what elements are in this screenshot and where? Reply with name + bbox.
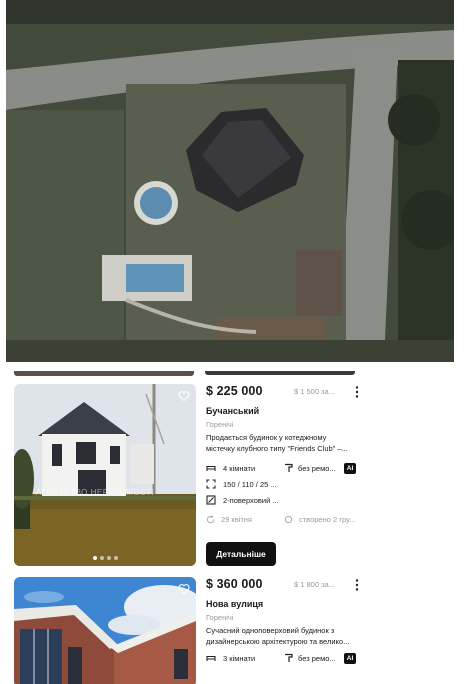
- listing-locality: Горенічі: [206, 420, 234, 429]
- heart-icon[interactable]: [178, 583, 190, 595]
- listing-card[interactable]: АГЕНТСТВО НЕРУХОМОСТІ $ 225 000 $ 1 500 …: [14, 384, 359, 568]
- listing-info: $ 360 000 $ 1 800 за... Нова вулиця Горе…: [206, 577, 366, 666]
- renovation-value: без ремо...: [298, 653, 336, 663]
- price-per-sqm: $ 1 800 за...: [294, 580, 335, 589]
- listing-street[interactable]: Нова вулиця: [206, 599, 366, 609]
- agency-watermark: АГЕНТСТВО НЕРУХОМОСТІ: [36, 488, 155, 497]
- refresh-icon: [206, 514, 215, 523]
- previous-card-edge: [205, 371, 355, 375]
- carousel-dots[interactable]: [14, 556, 196, 560]
- listing-description: Продається будинок у котеджному містечку…: [206, 433, 348, 453]
- price-per-sqm: $ 1 500 за...: [294, 387, 335, 396]
- listing-street[interactable]: Бучанський: [206, 406, 366, 416]
- ai-badge[interactable]: AI: [344, 462, 356, 474]
- paint-roller-icon: [285, 463, 293, 472]
- details-button[interactable]: Детальніше: [206, 542, 276, 566]
- previous-card-photo-edge: [14, 371, 194, 376]
- bed-icon: [206, 465, 216, 471]
- heart-icon[interactable]: [178, 390, 190, 402]
- listing-price: $ 360 000: [206, 577, 263, 591]
- aerial-photo: [6, 0, 454, 362]
- renovation-value: без ремо...: [298, 463, 336, 473]
- listing-photo[interactable]: АГЕНТСТВО НЕРУХОМОСТІ: [14, 384, 196, 566]
- floors-value: 2-поверховий ...: [223, 495, 279, 505]
- floors-icon: [206, 495, 216, 505]
- more-vertical-icon[interactable]: [354, 385, 360, 399]
- paint-roller-icon: [285, 653, 293, 662]
- more-vertical-icon[interactable]: [354, 578, 360, 592]
- listing-info: $ 225 000 $ 1 500 за... Бучанський Горен…: [206, 384, 366, 566]
- listing-group: створено 2 гру...: [299, 514, 356, 524]
- bed-icon: [206, 655, 216, 661]
- listing-price: $ 225 000: [206, 384, 263, 398]
- group-icon: [284, 515, 293, 523]
- listing-locality: Горенічі: [206, 613, 234, 622]
- rooms-value: 4 кімнати: [223, 463, 256, 473]
- area-icon: [206, 479, 216, 489]
- listing-description: Сучасний одноповерховий будинок з дизайн…: [206, 626, 350, 646]
- rooms-value: 3 кімнати: [223, 653, 256, 663]
- listing-photo[interactable]: [14, 577, 196, 684]
- listing-date: 29 квітня: [221, 514, 252, 524]
- listing-card[interactable]: $ 360 000 $ 1 800 за... Нова вулиця Горе…: [14, 577, 359, 684]
- ai-badge[interactable]: AI: [344, 652, 356, 664]
- area-value: 150 / 110 / 25 ...: [223, 479, 277, 489]
